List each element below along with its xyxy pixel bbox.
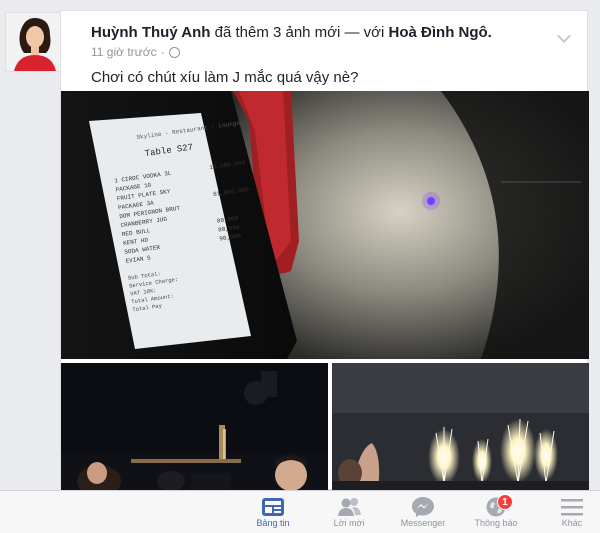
messenger-icon [410, 496, 436, 518]
author-name-link[interactable]: Huỳnh Thuý Anh [91, 24, 210, 41]
tagged-friend-link[interactable]: Hoà Đình Ngô. [389, 24, 492, 41]
tab-news-feed[interactable]: Bảng tin [249, 491, 297, 528]
public-globe-icon [168, 46, 180, 58]
post-meta: 11 giờ trước · [91, 45, 180, 59]
tab-label: Khác [561, 518, 583, 528]
bottom-tab-bar: Bảng tin Lời mời Messenger 1 Thông báo K… [0, 490, 600, 533]
photo-receipt[interactable]: Skyline - Restaurant - Lounge Table S27 … [61, 91, 589, 359]
photo-night-skyline[interactable] [61, 363, 328, 491]
post-header: Huỳnh Thuý Anh đã thêm 3 ảnh mới — với H… [91, 23, 561, 43]
post-card: Huỳnh Thuý Anh đã thêm 3 ảnh mới — với H… [60, 10, 589, 491]
tab-label: Messenger [400, 518, 446, 528]
post-timestamp[interactable]: 11 giờ trước [91, 45, 157, 59]
post-caption: Chơi có chút xíu làm J mắc quá vậy nè? [91, 69, 359, 86]
tab-label: Bảng tin [256, 518, 290, 528]
more-menu-icon [559, 496, 585, 518]
tab-label: Thông báo [474, 518, 518, 528]
tab-notifications[interactable]: 1 Thông báo [472, 491, 520, 528]
feed-card: Huỳnh Thuý Anh đã thêm 3 ảnh mới — với H… [0, 0, 600, 533]
author-avatar[interactable] [5, 12, 65, 72]
post-action-text: đã thêm 3 ảnh mới — với [214, 24, 385, 41]
meta-separator: · [160, 45, 165, 59]
tab-more[interactable]: Khác [552, 491, 592, 528]
tab-friend-requests[interactable]: Lời mời [325, 491, 373, 528]
photo-sparklers[interactable] [332, 363, 589, 491]
notification-count-badge: 1 [496, 494, 513, 510]
news-feed-icon [260, 496, 286, 518]
tab-label: Lời mời [333, 518, 365, 528]
friend-requests-icon [336, 496, 362, 518]
tab-messenger[interactable]: Messenger [396, 491, 450, 528]
